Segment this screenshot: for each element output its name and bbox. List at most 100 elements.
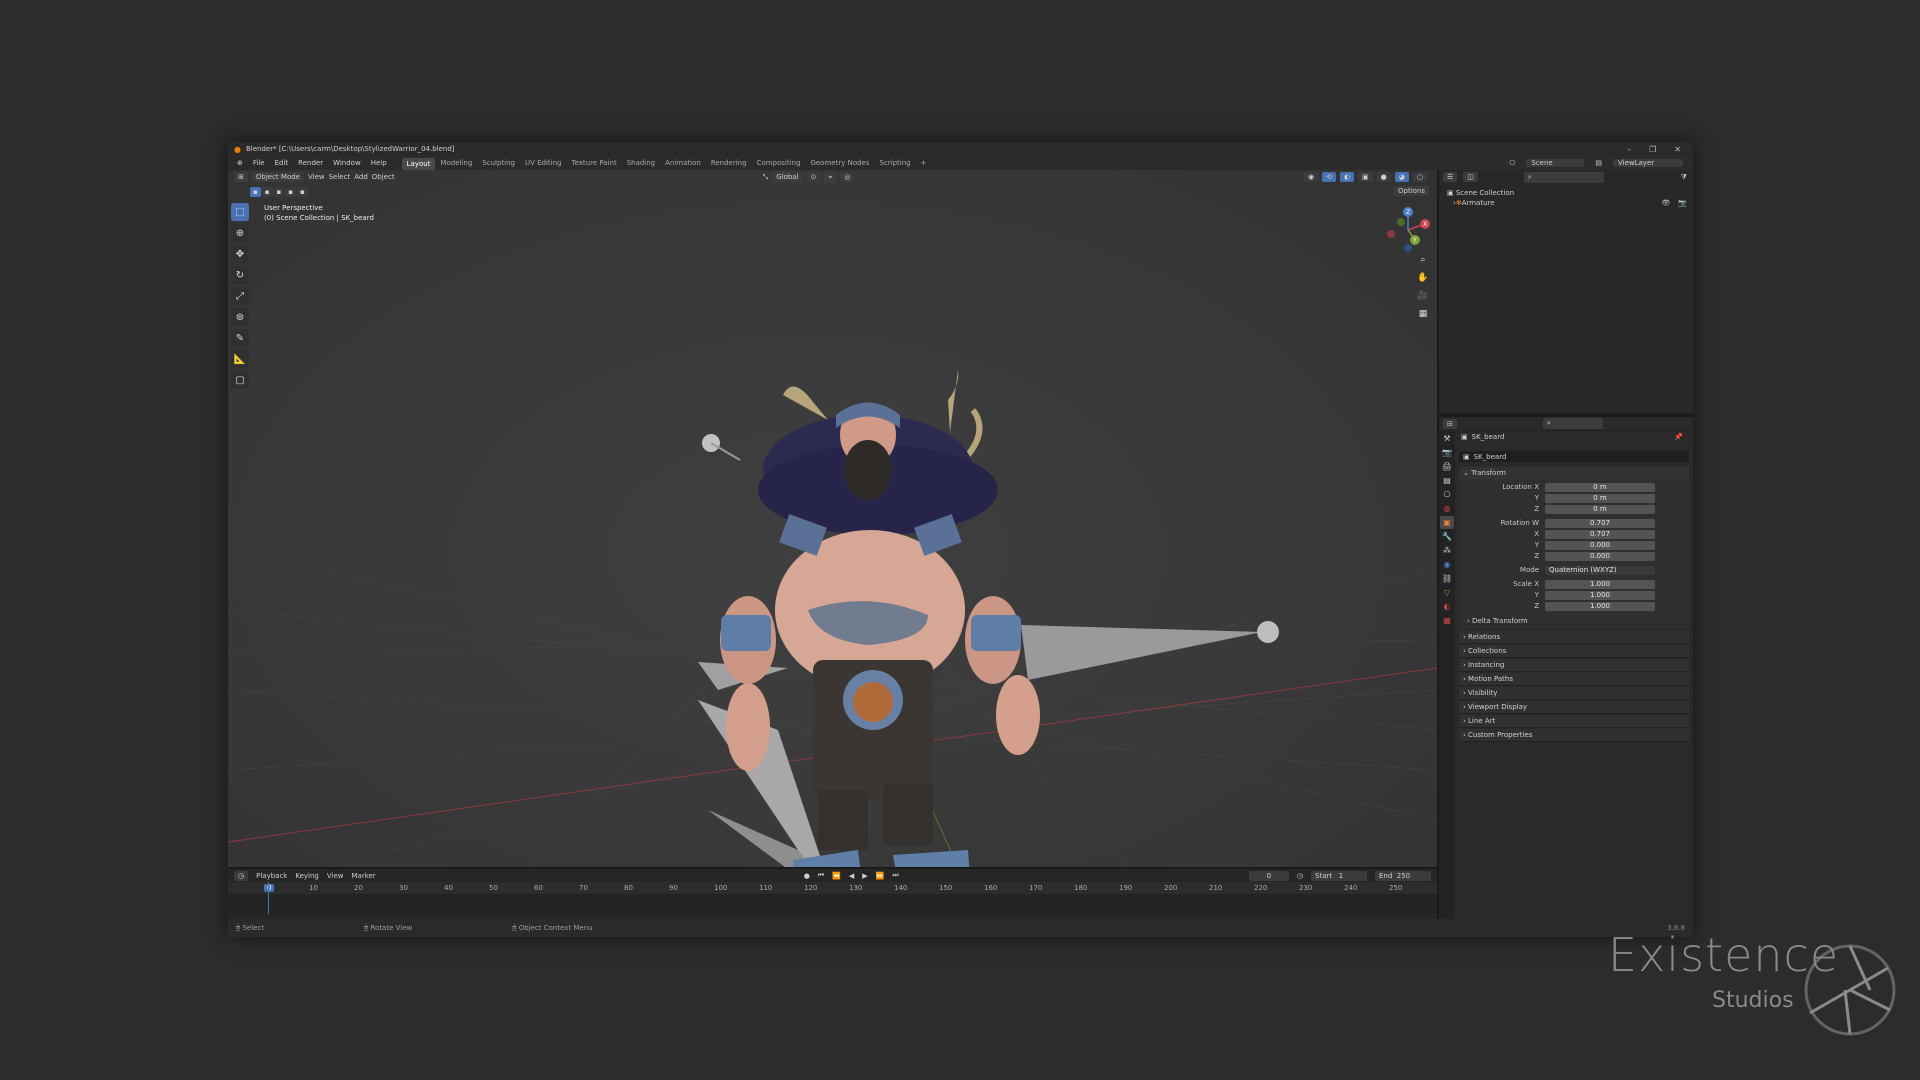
tab-sculpting[interactable]: Sculpting <box>477 159 520 167</box>
location-x-field[interactable]: 0 m <box>1545 483 1655 492</box>
rotation-x-field[interactable]: 0.707 <box>1545 530 1655 539</box>
eye-icon[interactable]: 👁 <box>1661 198 1678 208</box>
tab-rendering[interactable]: Rendering <box>706 159 752 167</box>
tab-uv-editing[interactable]: UV Editing <box>520 159 567 167</box>
navigation-gizmo[interactable]: X Y Z <box>1383 204 1433 256</box>
tab-animation[interactable]: Animation <box>660 159 706 167</box>
panel-collections[interactable]: › Collections <box>1459 645 1689 658</box>
ortho-grid-icon[interactable]: ▦ <box>1415 306 1431 322</box>
select-new-icon[interactable]: ▪ <box>250 187 261 197</box>
maximize-button[interactable]: ❐ <box>1649 145 1656 154</box>
outliner-item-armature[interactable]: › ✻ Armature 👁 📷 <box>1447 198 1693 208</box>
scene-selector[interactable]: Scene <box>1526 159 1585 167</box>
editor-type-icon[interactable]: ⊞ <box>234 172 248 182</box>
tab-geometry-nodes[interactable]: Geometry Nodes <box>805 159 874 167</box>
panel-custom-properties[interactable]: › Custom Properties <box>1459 729 1689 742</box>
shading-rendered-icon[interactable]: ○ <box>1412 172 1427 182</box>
jump-start-icon[interactable]: ⏮ <box>818 871 824 880</box>
select-subtract-icon[interactable]: ▪ <box>273 187 285 197</box>
panel-viewport-display[interactable]: › Viewport Display <box>1459 701 1689 714</box>
panel-visibility[interactable]: › Visibility <box>1459 687 1689 700</box>
menu-timeline-view[interactable]: View <box>327 872 344 880</box>
select-intersect-icon[interactable]: ▪ <box>297 187 308 197</box>
transform-tool-icon[interactable]: ⊛ <box>231 308 249 326</box>
location-z-field[interactable]: 0 m <box>1545 505 1655 514</box>
end-frame-field[interactable]: End 250 <box>1375 870 1431 881</box>
options-button[interactable]: Options <box>1394 186 1430 196</box>
object-name-field[interactable]: ▣ SK_beard <box>1459 451 1689 462</box>
timeline[interactable]: ◷ Playback Keying View Marker ● ⏮ ⏪ ◀ ▶ … <box>228 867 1437 919</box>
panel-instancing[interactable]: › Instancing <box>1459 659 1689 672</box>
outliner-root[interactable]: ▣ Scene Collection <box>1447 188 1693 198</box>
xray-icon[interactable]: ▣ <box>1358 172 1373 182</box>
menu-window[interactable]: Window <box>328 159 366 167</box>
tab-layout[interactable]: Layout <box>401 158 436 170</box>
select-extend-icon[interactable]: ▪ <box>261 187 273 197</box>
keyframe-area[interactable] <box>228 882 1437 914</box>
display-mode-icon[interactable]: ◫ <box>1463 172 1478 182</box>
orientation-selector[interactable]: Global <box>772 172 803 182</box>
tab-compositing[interactable]: Compositing <box>752 159 806 167</box>
record-icon[interactable]: ● <box>804 872 810 880</box>
scale-z-field[interactable]: 1.000 <box>1545 602 1655 611</box>
snap-icon[interactable]: ⌖ <box>824 171 837 183</box>
menu-render[interactable]: Render <box>293 159 328 167</box>
menu-edit[interactable]: Edit <box>270 159 294 167</box>
camera-view-icon[interactable]: 🎥 <box>1415 288 1431 304</box>
tab-modeling[interactable]: Modeling <box>435 159 477 167</box>
outliner-type-icon[interactable]: ☰ <box>1443 172 1458 182</box>
menu-add[interactable]: Add <box>354 173 368 181</box>
play-icon[interactable]: ▶ <box>862 872 867 880</box>
transform-panel-header[interactable]: ⌄ Transform <box>1459 467 1689 479</box>
blender-menu-icon[interactable]: ⊛ <box>232 159 248 167</box>
pin-icon[interactable]: 📌 <box>1674 433 1683 441</box>
current-frame-field[interactable]: 0 <box>1248 870 1289 881</box>
pivot-icon[interactable]: ⊙ <box>806 172 821 182</box>
panel-line-art[interactable]: › Line Art <box>1459 715 1689 728</box>
zoom-icon[interactable]: ⌕ <box>1415 252 1431 268</box>
overlay-toggle-icon[interactable]: ◐ <box>1339 172 1355 182</box>
playhead[interactable] <box>268 882 269 914</box>
delta-transform-subpanel[interactable]: › Delta Transform <box>1467 617 1528 625</box>
rotate-tool-icon[interactable]: ↻ <box>231 266 249 284</box>
texture-tab-icon[interactable]: ▦ <box>1440 614 1454 627</box>
select-invert-icon[interactable]: ▪ <box>285 187 296 197</box>
gizmo-toggle-icon[interactable]: ⟲ <box>1322 172 1336 182</box>
tab-shading[interactable]: Shading <box>622 159 660 167</box>
arm-bone-right[interactable] <box>1021 625 1262 680</box>
menu-select[interactable]: Select <box>329 173 351 181</box>
menu-help[interactable]: Help <box>366 159 392 167</box>
menu-file[interactable]: File <box>248 159 270 167</box>
annotate-tool-icon[interactable]: ✎ <box>231 329 249 347</box>
menu-view[interactable]: View <box>308 173 325 181</box>
tab-scripting[interactable]: Scripting <box>875 159 916 167</box>
move-tool-icon[interactable]: ✥ <box>231 245 249 263</box>
scale-y-field[interactable]: 1.000 <box>1545 591 1655 600</box>
viewlayer-selector[interactable]: ViewLayer <box>1613 159 1683 167</box>
frame-ruler[interactable]: 0 10 20 30 40 50 60 70 80 90 100 110 120 130 140 150 160… <box>228 882 1437 894</box>
measure-tool-icon[interactable]: 📐 <box>231 350 249 368</box>
panel-motion-paths[interactable]: › Motion Paths <box>1459 673 1689 686</box>
rotation-y-field[interactable]: 0.000 <box>1545 541 1655 550</box>
render-tab-icon[interactable]: 📷 <box>1440 446 1454 459</box>
output-tab-icon[interactable]: 🖨 <box>1440 460 1454 473</box>
bone-head-right[interactable] <box>1257 621 1279 643</box>
rotation-mode-dropdown[interactable]: Quaternion (WXYZ) <box>1545 566 1655 575</box>
visibility-icon[interactable]: ◉ <box>1303 172 1319 182</box>
menu-marker[interactable]: Marker <box>351 872 375 880</box>
menu-keying[interactable]: Keying <box>295 872 319 880</box>
proportional-edit-icon[interactable]: ◎ <box>840 172 855 182</box>
location-y-field[interactable]: 0 m <box>1545 494 1655 503</box>
next-keyframe-icon[interactable]: ⏩ <box>876 872 885 880</box>
tab-texture-paint[interactable]: Texture Paint <box>567 159 622 167</box>
props-search-icon[interactable]: ⌕ <box>1542 418 1603 429</box>
render-camera-icon[interactable]: 📷 <box>1678 198 1693 208</box>
filter-icon[interactable]: ⧩ <box>1681 173 1693 182</box>
add-workspace-button[interactable]: + <box>916 159 932 167</box>
add-cube-tool-icon[interactable]: ▢ <box>231 371 249 389</box>
shading-material-icon[interactable]: ◕ <box>1394 172 1409 182</box>
pan-hand-icon[interactable]: ✋ <box>1415 270 1431 286</box>
jump-end-icon[interactable]: ⏭ <box>892 871 898 880</box>
shading-solid-icon[interactable]: ● <box>1376 172 1391 182</box>
menu-object[interactable]: Object <box>372 173 395 181</box>
